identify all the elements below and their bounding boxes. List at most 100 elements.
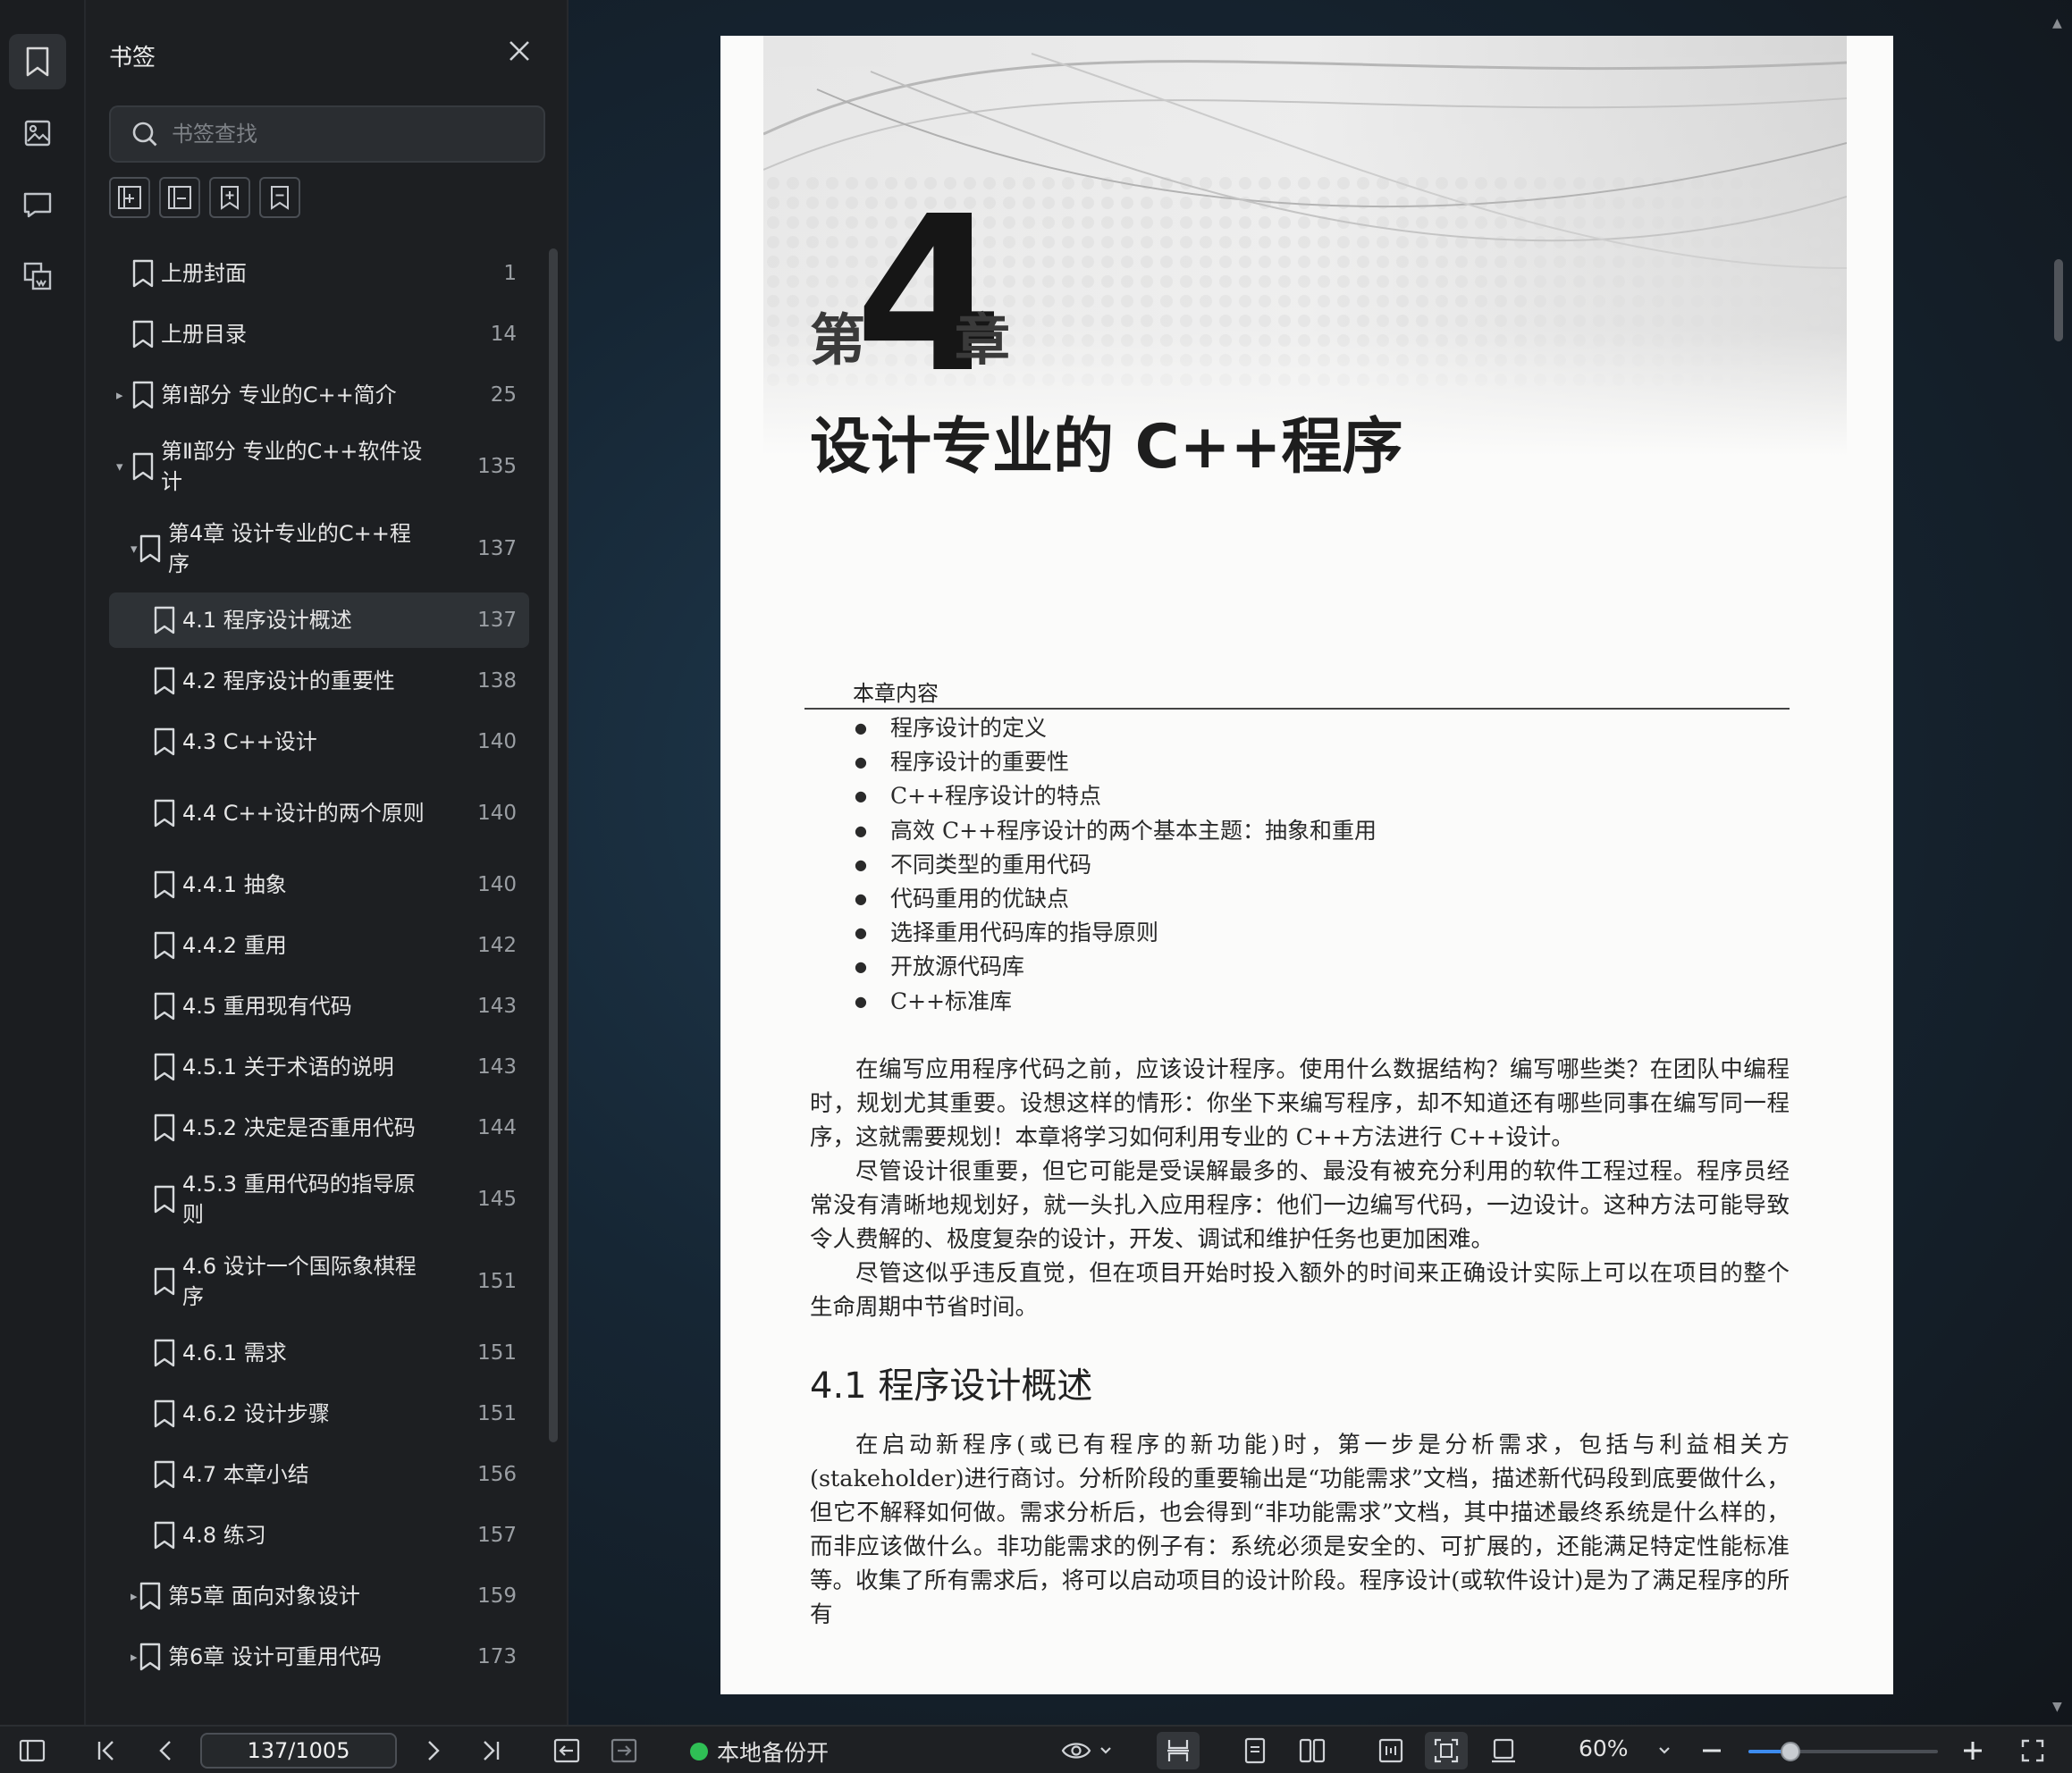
scroll-down-arrow[interactable]: ▼ [2052, 1700, 2062, 1714]
contents-item-text: C++标准库 [890, 987, 1013, 1014]
bookmark-panel-button[interactable] [9, 34, 66, 89]
contents-item-text: 代码重用的优缺点 [890, 886, 1070, 912]
chevron-left-icon [159, 1741, 171, 1760]
bookmark-label: 4.7 本章小结 [182, 1462, 309, 1487]
remove-bookmark-icon [271, 186, 289, 210]
bookmark-item[interactable]: ▸ 第6章 设计可重用代码 173 [109, 1626, 529, 1687]
bookmark-item[interactable]: 4.6.1 需求 151 [109, 1323, 529, 1383]
bookmark-search-input[interactable] [172, 122, 529, 147]
bookmark-item[interactable]: 4.4 C++设计的两个原则 140 [109, 772, 529, 854]
bookmark-page-number: 138 [477, 669, 517, 693]
bookmark-item[interactable]: 4.5.1 关于术语的说明 143 [109, 1037, 529, 1097]
single-page-button[interactable] [1239, 1735, 1271, 1766]
bookmark-item[interactable]: 4.6.2 设计步骤 151 [109, 1383, 529, 1444]
add-bookmark-button[interactable] [209, 177, 250, 218]
continuous-scroll-button[interactable] [1157, 1732, 1200, 1769]
contents-divider [804, 708, 1790, 710]
actual-size-button[interactable] [1487, 1735, 1520, 1766]
bullet-icon: ● [855, 821, 867, 839]
scroll-up-arrow[interactable]: ▲ [2052, 16, 2062, 30]
next-page-button[interactable] [420, 1735, 447, 1766]
toggle-sidebar-button[interactable] [16, 1735, 48, 1766]
bookmark-item[interactable]: ▸ 第Ⅰ部分 专业的C++简介 25 [109, 365, 529, 425]
bookmark-item[interactable]: ▸ 第5章 面向对象设计 159 [109, 1566, 529, 1626]
bookmark-page-number: 151 [477, 1402, 517, 1425]
previous-page-button[interactable] [152, 1735, 179, 1766]
first-page-button[interactable] [93, 1735, 120, 1766]
bookmark-label: 4.4 C++设计的两个原则 [182, 801, 425, 826]
zoom-out-button[interactable] [1698, 1735, 1725, 1766]
bullet-icon: ● [855, 855, 867, 873]
chevron-right-icon [428, 1741, 440, 1760]
eye-icon [1061, 1743, 1091, 1759]
local-backup-toggle[interactable]: 本地备份开 [690, 1735, 829, 1768]
fit-width-button[interactable] [1375, 1735, 1407, 1766]
double-page-button[interactable] [1296, 1735, 1328, 1766]
bookmark-item[interactable]: 4.4.1 抽象 140 [109, 854, 529, 915]
expand-all-button[interactable] [109, 177, 150, 218]
expand-arrow-down-icon[interactable]: ▾ [116, 459, 127, 474]
bookmark-icon [139, 1643, 161, 1671]
contents-item: ● 代码重用的优缺点 [855, 882, 1377, 916]
bookmark-item[interactable]: ▾ 第Ⅱ部分 专业的C++软件设计 135 [109, 425, 529, 508]
bookmark-item[interactable]: 4.2 程序设计的重要性 138 [109, 651, 529, 711]
fullscreen-button[interactable] [2017, 1735, 2049, 1766]
bookmark-icon [154, 1339, 175, 1367]
contents-item-text: C++程序设计的特点 [890, 783, 1102, 810]
bookmark-item[interactable]: 4.3 C++设计 140 [109, 711, 529, 772]
reading-mode-dropdown[interactable] [1060, 1735, 1114, 1766]
zoom-level[interactable]: 60% [1579, 1735, 1629, 1761]
thumbnail-panel-button[interactable] [9, 105, 66, 161]
page-number-input[interactable]: 137/1005 [200, 1733, 397, 1769]
bookmark-label: 4.5.2 决定是否重用代码 [182, 1115, 416, 1140]
zoom-slider-handle[interactable] [1780, 1742, 1800, 1761]
bookmark-label: 4.1 程序设计概述 [182, 608, 352, 633]
bookmark-item[interactable]: 4.5.3 重用代码的指导原则 145 [109, 1158, 529, 1240]
document-scrollbar-thumb[interactable] [2054, 259, 2063, 341]
bookmark-item[interactable]: 4.8 练习 157 [109, 1505, 529, 1566]
comment-panel-button[interactable] [9, 177, 66, 232]
chapter-contents-list: ● 程序设计的定义 ● 程序设计的重要性 ● C++程序设计的特点 ● 高效 C++程序设计的… [855, 711, 1377, 1019]
bookmark-item[interactable]: 4.5.2 决定是否重用代码 144 [109, 1097, 529, 1158]
extract-panel-button[interactable] [9, 248, 66, 304]
expand-arrow-right-icon[interactable]: ▸ [116, 388, 127, 402]
contents-item-text: 选择重用代码库的指导原则 [890, 920, 1159, 946]
bookmark-label: 第5章 面向对象设计 [168, 1584, 360, 1609]
bookmark-item[interactable]: 4.5 重用现有代码 143 [109, 976, 529, 1037]
body-paragraph: 尽管设计很重要，但它可能是受误解最多的、最没有被充分利用的软件工程过程。程序员经… [810, 1158, 1790, 1253]
bookmark-page-number: 143 [477, 1055, 517, 1079]
add-bookmark-icon [221, 186, 239, 210]
bookmark-item[interactable]: 上册封面 1 [109, 243, 529, 304]
forward-button[interactable] [608, 1735, 640, 1766]
bookmark-page-number: 140 [477, 730, 517, 753]
bookmark-item[interactable]: 4.4.2 重用 142 [109, 915, 529, 976]
document-view[interactable]: 第 4 章 设计专业的 C++程序 本章内容 ● 程序设计的定义 ● 程序设计的重要性… [569, 0, 2072, 1725]
bookmark-search-box[interactable] [109, 105, 545, 163]
contents-item: ● C++标准库 [855, 985, 1377, 1019]
bookmark-icon [154, 799, 175, 828]
bookmark-page-number: 137 [477, 609, 517, 632]
fit-page-button[interactable] [1425, 1732, 1468, 1769]
panel-title: 书签 [109, 45, 156, 71]
back-button[interactable] [551, 1735, 583, 1766]
bookmark-item[interactable]: 上册目录 14 [109, 304, 529, 365]
zoom-dropdown[interactable] [1654, 1735, 1675, 1766]
remove-bookmark-button[interactable] [259, 177, 300, 218]
fit-page-icon [1434, 1738, 1459, 1763]
bookmark-panel-scrollbar[interactable] [549, 248, 558, 1442]
bookmark-icon [154, 870, 175, 899]
bookmark-item[interactable]: 4.1 程序设计概述 137 [109, 592, 529, 648]
zoom-in-button[interactable] [1959, 1735, 1986, 1766]
bookmark-item[interactable]: 4.7 本章小结 156 [109, 1444, 529, 1505]
collapse-all-button[interactable] [159, 177, 200, 218]
single-page-icon [1244, 1737, 1266, 1764]
bookmark-page-number: 14 [490, 323, 517, 346]
bookmark-item[interactable]: ▾ 第4章 设计专业的C++程序 137 [109, 508, 529, 590]
close-panel-button[interactable] [508, 39, 531, 63]
last-page-button[interactable] [477, 1735, 504, 1766]
body-paragraph: 尽管这似乎违反直觉，但在项目开始时投入额外的时间来正确设计实际上可以在项目的整个… [810, 1260, 1790, 1321]
bookmark-item[interactable]: 4.6 设计一个国际象棋程序 151 [109, 1240, 529, 1323]
chevron-down-icon [1659, 1747, 1670, 1754]
bookmark-icon [139, 534, 161, 563]
bullet-icon: ● [855, 924, 867, 942]
